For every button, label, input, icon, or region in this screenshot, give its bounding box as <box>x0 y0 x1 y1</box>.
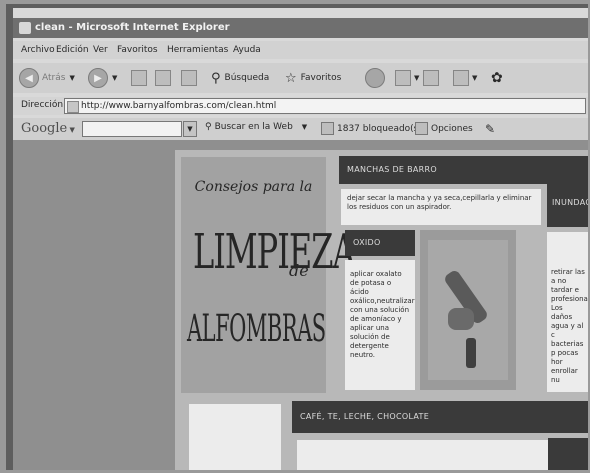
home-icon <box>181 70 197 86</box>
word-icon <box>453 70 469 86</box>
search-button[interactable]: ⚲ Búsqueda <box>211 67 269 89</box>
options-icon <box>415 122 428 135</box>
refresh-button[interactable] <box>155 67 171 89</box>
logo-line-de: de <box>289 261 309 280</box>
left-blank-panel <box>189 404 281 470</box>
messenger-icon: ✿ <box>491 70 503 86</box>
search-icon: ⚲ <box>211 70 221 86</box>
window-title: clean - Microsoft Internet Explorer <box>35 22 230 33</box>
mail-button[interactable]: ▼ <box>395 67 419 89</box>
word-dropdown-icon: ▼ <box>472 74 478 82</box>
history-button[interactable] <box>365 67 385 89</box>
options-button[interactable]: Opciones <box>415 122 473 135</box>
browser-window: clean - Microsoft Internet Explorer Arch… <box>13 8 588 470</box>
logo-line-consejos: Consejos para la <box>194 179 313 195</box>
cafe-header: CAFÉ, TE, LECHE, CHOCOLATE <box>292 401 588 433</box>
menu-archivo[interactable]: Archivo <box>21 41 55 59</box>
ie-icon <box>19 22 31 34</box>
messenger-button[interactable]: ✿ <box>491 67 503 89</box>
refresh-icon <box>155 70 171 86</box>
menu-bar: Archivo Edición Ver Favoritos Herramient… <box>13 41 588 59</box>
forward-dropdown-icon: ▼ <box>112 74 118 82</box>
pencil-icon: ✎ <box>485 122 496 136</box>
site-logo: Consejos para la LIMPIEZA de ALFOMBRAS <box>181 157 356 393</box>
google-menu-icon: ▼ <box>67 126 75 134</box>
page-icon <box>67 101 79 113</box>
binoculars-icon: ⚲ <box>205 122 212 132</box>
favorites-button[interactable]: ☆ Favoritos <box>285 67 341 89</box>
address-url: http://www.barnyalfombras.com/clean.html <box>81 101 277 111</box>
oxido-header: OXIDO <box>345 230 415 256</box>
search-web-label: Buscar en la Web <box>214 122 293 132</box>
standard-toolbar: ◀ Atrás ▼ ▶ ▼ ⚲ Búsqueda ☆ Favoritos ▼ ▼… <box>13 63 588 93</box>
google-search-input[interactable] <box>82 121 182 137</box>
logo-line-alfombras: ALFOMBRAS <box>187 307 326 351</box>
mail-icon <box>395 70 411 86</box>
spray-bottle-shape <box>466 338 476 368</box>
menu-edicion[interactable]: Edición <box>56 41 89 59</box>
search-web-dropdown-icon: ▼ <box>301 123 308 131</box>
popup-blocked-label: 1837 bloqueado(s) <box>337 123 422 134</box>
web-page: Consejos para la LIMPIEZA de ALFOMBRAS M… <box>175 150 588 470</box>
google-logo-text: Google <box>21 121 68 136</box>
print-button[interactable] <box>423 67 439 89</box>
menu-ayuda[interactable]: Ayuda <box>233 41 261 59</box>
popup-blocker-icon <box>321 122 334 135</box>
address-label: Dirección <box>21 100 64 110</box>
favorites-star-icon: ☆ <box>285 70 297 86</box>
google-search-dropdown[interactable]: ▼ <box>183 121 197 137</box>
back-arrow-icon: ◀ <box>19 68 39 88</box>
back-dropdown-icon: ▼ <box>69 74 75 82</box>
stop-button[interactable] <box>131 67 147 89</box>
popup-blocker-button[interactable]: 1837 bloqueado(s) <box>321 122 422 135</box>
forward-arrow-icon: ▶ <box>88 68 108 88</box>
inundacion-header: INUNDAC <box>547 179 588 227</box>
title-bar: clean - Microsoft Internet Explorer <box>13 18 588 38</box>
palm-shape <box>448 308 474 330</box>
options-label: Opciones <box>431 123 473 134</box>
back-button[interactable]: ◀ Atrás ▼ <box>19 67 75 89</box>
page-viewport: Consejos para la LIMPIEZA de ALFOMBRAS M… <box>13 140 588 470</box>
search-label: Búsqueda <box>224 73 270 83</box>
print-icon <box>423 70 439 86</box>
highlighter-button[interactable]: ✎ <box>485 122 495 136</box>
cafe-text-panel <box>297 440 552 470</box>
oxido-text: aplicar oxalato de potasa o ácido oxálic… <box>345 260 415 390</box>
history-icon <box>365 68 385 88</box>
address-input[interactable]: http://www.barnyalfombras.com/clean.html <box>64 98 586 114</box>
right-dark-block <box>548 438 588 470</box>
word-button[interactable]: ▼ <box>453 67 477 89</box>
google-logo[interactable]: Google ▼ <box>21 121 75 136</box>
menu-herramientas[interactable]: Herramientas <box>167 41 228 59</box>
forward-button[interactable]: ▶ ▼ <box>88 67 117 89</box>
logo-line-limpieza: LIMPIEZA <box>193 223 356 280</box>
search-web-button[interactable]: ⚲ Buscar en la Web ▼ <box>205 122 307 132</box>
menu-favoritos[interactable]: Favoritos <box>117 41 158 59</box>
home-button[interactable] <box>181 67 197 89</box>
address-bar: Dirección http://www.barnyalfombras.com/… <box>13 97 588 115</box>
stop-icon <box>131 70 147 86</box>
menu-ver[interactable]: Ver <box>93 41 108 59</box>
favorites-label: Favoritos <box>300 73 342 83</box>
manchas-barro-text: dejar secar la mancha y ya seca,cepillar… <box>341 189 541 225</box>
inundacion-text: retirar las a no tardar e profesiona Los… <box>547 232 588 392</box>
cleaning-hand-photo <box>420 230 516 390</box>
back-label: Atrás <box>42 73 66 83</box>
mail-dropdown-icon: ▼ <box>414 74 420 82</box>
google-toolbar: Google ▼ ▼ ⚲ Buscar en la Web ▼ 1837 blo… <box>13 118 588 140</box>
